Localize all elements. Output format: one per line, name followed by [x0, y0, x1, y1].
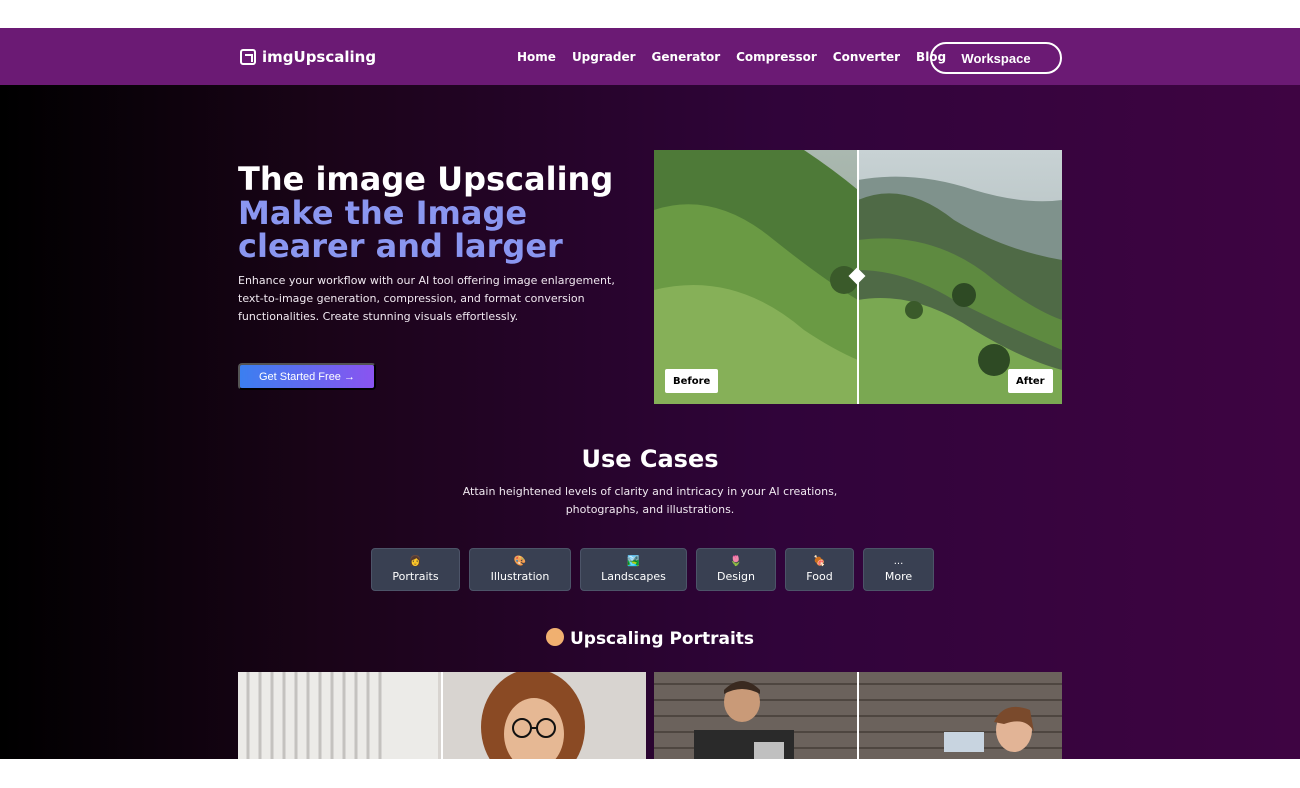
chip-design[interactable]: 🌷 Design — [696, 548, 776, 591]
chip-more[interactable]: ... More — [863, 548, 934, 591]
logo[interactable]: imgUpscaling — [240, 48, 376, 66]
woman-icon — [545, 628, 564, 646]
nav-home[interactable]: Home — [517, 50, 556, 64]
before-label: Before — [665, 369, 719, 393]
hero-subtitle: Make the Image clearer and larger — [238, 194, 563, 265]
chip-landscapes[interactable]: 🏞️ Landscapes — [580, 548, 687, 591]
nav-upgrader[interactable]: Upgrader — [572, 50, 636, 64]
nav-generator[interactable]: Generator — [652, 50, 721, 64]
use-case-chips: 👩 Portraits 🎨 Illustration 🏞️ Landscapes… — [371, 548, 934, 591]
upscale-icon — [240, 49, 256, 65]
landscape-icon: 🏞️ — [627, 556, 640, 567]
chip-illustration[interactable]: 🎨 Illustration — [469, 548, 571, 591]
chip-label: Illustration — [490, 570, 550, 583]
portrait-compare-woman[interactable] — [238, 672, 646, 759]
hero-title: The image Upscaling — [238, 160, 614, 198]
navbar: imgUpscaling Home Upgrader Generator Com… — [0, 28, 1300, 85]
after-label: After — [1008, 369, 1053, 393]
portrait-image-woman — [238, 672, 646, 759]
get-started-button[interactable]: Get Started Free → — [238, 363, 376, 390]
workspace-button[interactable]: Workspace — [930, 42, 1062, 74]
portrait-compare-couple[interactable] — [654, 672, 1062, 759]
woman-icon: 👩 — [409, 556, 422, 567]
logo-text: imgUpscaling — [262, 48, 377, 66]
chip-label: Landscapes — [601, 570, 666, 583]
before-after-slider[interactable]: Before After — [654, 150, 1062, 404]
hero-description: Enhance your workflow with our AI tool o… — [238, 274, 615, 323]
chip-label: More — [884, 570, 913, 583]
tulip-icon: 🌷 — [729, 556, 743, 567]
top-whitespace — [0, 0, 1300, 28]
portraits-title-text: Upscaling Portraits — [569, 629, 755, 649]
ellipsis-icon: ... — [893, 556, 904, 567]
main-content: The image Upscaling Make the Image clear… — [0, 85, 1300, 759]
portrait-image-couple — [654, 672, 1062, 759]
chip-portraits[interactable]: 👩 Portraits — [371, 548, 460, 591]
portraits-section-title: Upscaling Portraits — [0, 628, 1300, 649]
nav-converter[interactable]: Converter — [833, 50, 900, 64]
chip-label: Design — [717, 570, 755, 583]
bottom-whitespace — [0, 759, 1300, 788]
nav-links: Home Upgrader Generator Compressor Conve… — [517, 50, 946, 64]
chip-food[interactable]: 🍖 Food — [785, 548, 854, 591]
chip-label: Food — [806, 570, 833, 583]
meat-icon: 🍖 — [813, 556, 826, 567]
chip-label: Portraits — [392, 570, 439, 583]
use-cases-title: Use Cases — [581, 445, 719, 473]
use-cases-description: Attain heightened levels of clarity and … — [462, 485, 838, 516]
nav-compressor[interactable]: Compressor — [736, 50, 817, 64]
palette-icon: 🎨 — [513, 556, 527, 567]
